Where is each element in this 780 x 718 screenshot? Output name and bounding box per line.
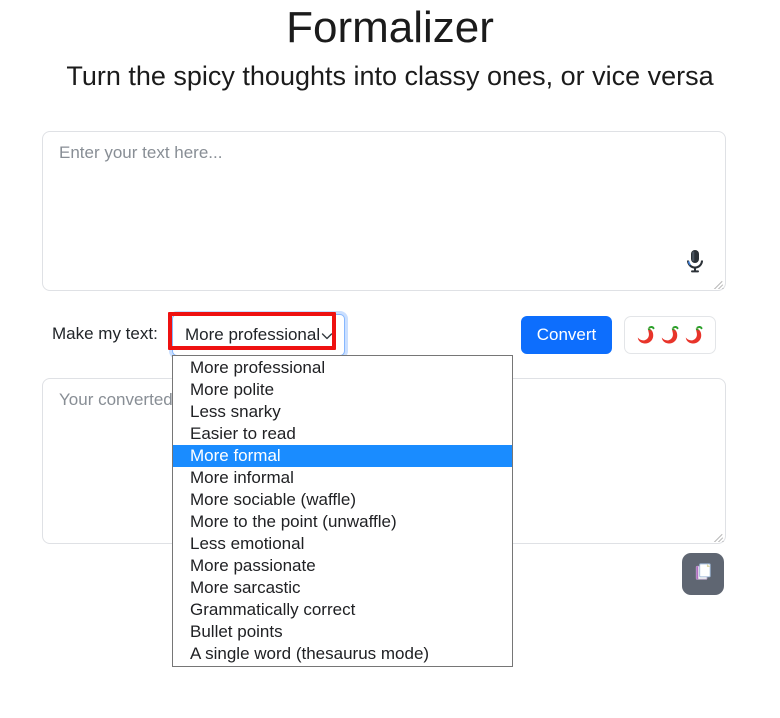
- tone-select-dropdown[interactable]: More professional More polite Less snark…: [172, 355, 513, 667]
- copy-icon: [693, 562, 714, 586]
- dropdown-option[interactable]: A single word (thesaurus mode): [173, 643, 512, 665]
- page-subtitle: Turn the spicy thoughts into classy ones…: [66, 61, 714, 92]
- chili-pepper-icon: [659, 324, 681, 346]
- dropdown-option[interactable]: More polite: [173, 379, 512, 401]
- dropdown-option[interactable]: More professional: [173, 357, 512, 379]
- dropdown-option[interactable]: More sarcastic: [173, 577, 512, 599]
- input-resize-handle[interactable]: [711, 276, 724, 289]
- output-resize-handle[interactable]: [711, 529, 724, 542]
- input-textarea-wrapper[interactable]: Enter your text here...: [42, 131, 726, 291]
- dropdown-option[interactable]: More passionate: [173, 555, 512, 577]
- page-title: Formalizer: [286, 3, 494, 52]
- chili-pepper-icon: [683, 324, 705, 346]
- chili-pepper-icon: [635, 324, 657, 346]
- copy-button[interactable]: [682, 553, 724, 595]
- dropdown-option[interactable]: Easier to read: [173, 423, 512, 445]
- dropdown-option[interactable]: Grammatically correct: [173, 599, 512, 621]
- dropdown-option-selected[interactable]: More formal: [173, 445, 512, 467]
- dropdown-option[interactable]: Less emotional: [173, 533, 512, 555]
- controls-row: Make my text: More professional Convert: [42, 312, 732, 356]
- dropdown-option[interactable]: More sociable (waffle): [173, 489, 512, 511]
- tone-select-value: More professional: [185, 325, 321, 344]
- tone-select[interactable]: More professional: [168, 312, 345, 356]
- dropdown-option[interactable]: Less snarky: [173, 401, 512, 423]
- make-my-text-label: Make my text:: [52, 324, 158, 343]
- input-placeholder: Enter your text here...: [59, 143, 223, 162]
- dropdown-option[interactable]: More to the point (unwaffle): [173, 511, 512, 533]
- dropdown-option[interactable]: More informal: [173, 467, 512, 489]
- convert-button[interactable]: Convert: [521, 316, 612, 354]
- spice-level-button[interactable]: [624, 316, 716, 354]
- microphone-icon[interactable]: [684, 249, 706, 273]
- chevron-down-icon[interactable]: [321, 329, 333, 341]
- dropdown-option[interactable]: Bullet points: [173, 621, 512, 643]
